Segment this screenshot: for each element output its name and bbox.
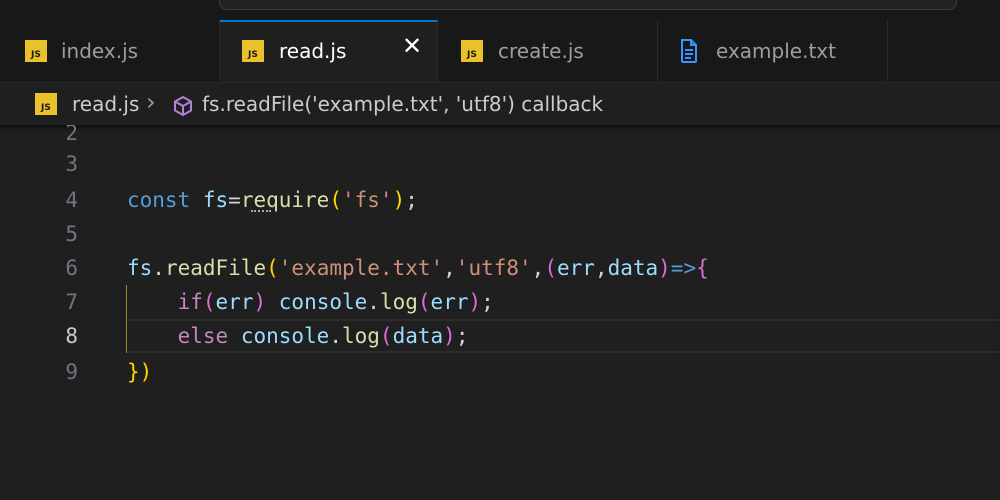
method-cube-icon: [174, 96, 192, 116]
breadcrumb: JS read.js › fs.readFile('example.txt', …: [0, 83, 1000, 125]
code-editor[interactable]: 2 3 4 const fs=require('fs'); 5 6 fs.rea…: [0, 125, 1000, 500]
js-file-icon: JS: [461, 40, 483, 62]
tab-label: index.js: [61, 39, 139, 63]
line-number: 5: [65, 222, 78, 246]
tab-create-js[interactable]: JS create.js: [439, 20, 658, 81]
code-text[interactable]: fs.readFile('example.txt','utf8',(err,da…: [127, 251, 709, 285]
tab-example-txt[interactable]: example.txt: [658, 20, 888, 81]
line-number: 6: [65, 256, 78, 280]
line-number: 7: [65, 290, 78, 314]
code-line: 4 const fs=require('fs');: [0, 183, 1000, 217]
editor-tab-bar: JS index.js JS read.js ✕ JS create.js ex…: [0, 20, 1000, 83]
line-number: 4: [65, 188, 78, 212]
code-line: 9 }): [0, 355, 1000, 389]
command-center[interactable]: [219, 0, 957, 10]
js-file-icon: JS: [242, 40, 264, 62]
code-line: 5: [0, 217, 1000, 251]
line-number: 3: [65, 152, 78, 176]
code-text[interactable]: else console.log(data);: [127, 319, 469, 353]
line-number: 8: [65, 324, 78, 348]
chevron-right-icon: ›: [146, 88, 156, 116]
code-text[interactable]: }): [127, 355, 152, 389]
line-number: 9: [65, 360, 78, 384]
breadcrumb-file[interactable]: read.js: [72, 92, 139, 116]
code-text[interactable]: const fs=require('fs');: [127, 183, 418, 217]
close-icon[interactable]: ✕: [402, 34, 422, 58]
text-file-icon: [681, 39, 697, 63]
js-file-icon: JS: [35, 93, 57, 115]
tab-index-js[interactable]: JS index.js: [0, 20, 220, 81]
code-line: 7 if(err) console.log(err);: [0, 285, 1000, 319]
code-line: 3: [0, 147, 1000, 181]
code-line: 6 fs.readFile('example.txt','utf8',(err,…: [0, 251, 1000, 285]
title-bar: [0, 0, 1000, 20]
code-line-current: 8 else console.log(data);: [0, 319, 1000, 353]
js-file-icon: JS: [25, 40, 47, 62]
hint-dots-indicator: [251, 206, 271, 212]
code-text[interactable]: if(err) console.log(err);: [127, 285, 494, 319]
tab-label: create.js: [498, 39, 584, 63]
breadcrumb-symbol[interactable]: fs.readFile('example.txt', 'utf8') callb…: [202, 92, 603, 116]
tab-label: read.js: [279, 39, 347, 63]
tab-label: example.txt: [716, 39, 836, 63]
tab-read-js[interactable]: JS read.js ✕: [220, 20, 438, 82]
